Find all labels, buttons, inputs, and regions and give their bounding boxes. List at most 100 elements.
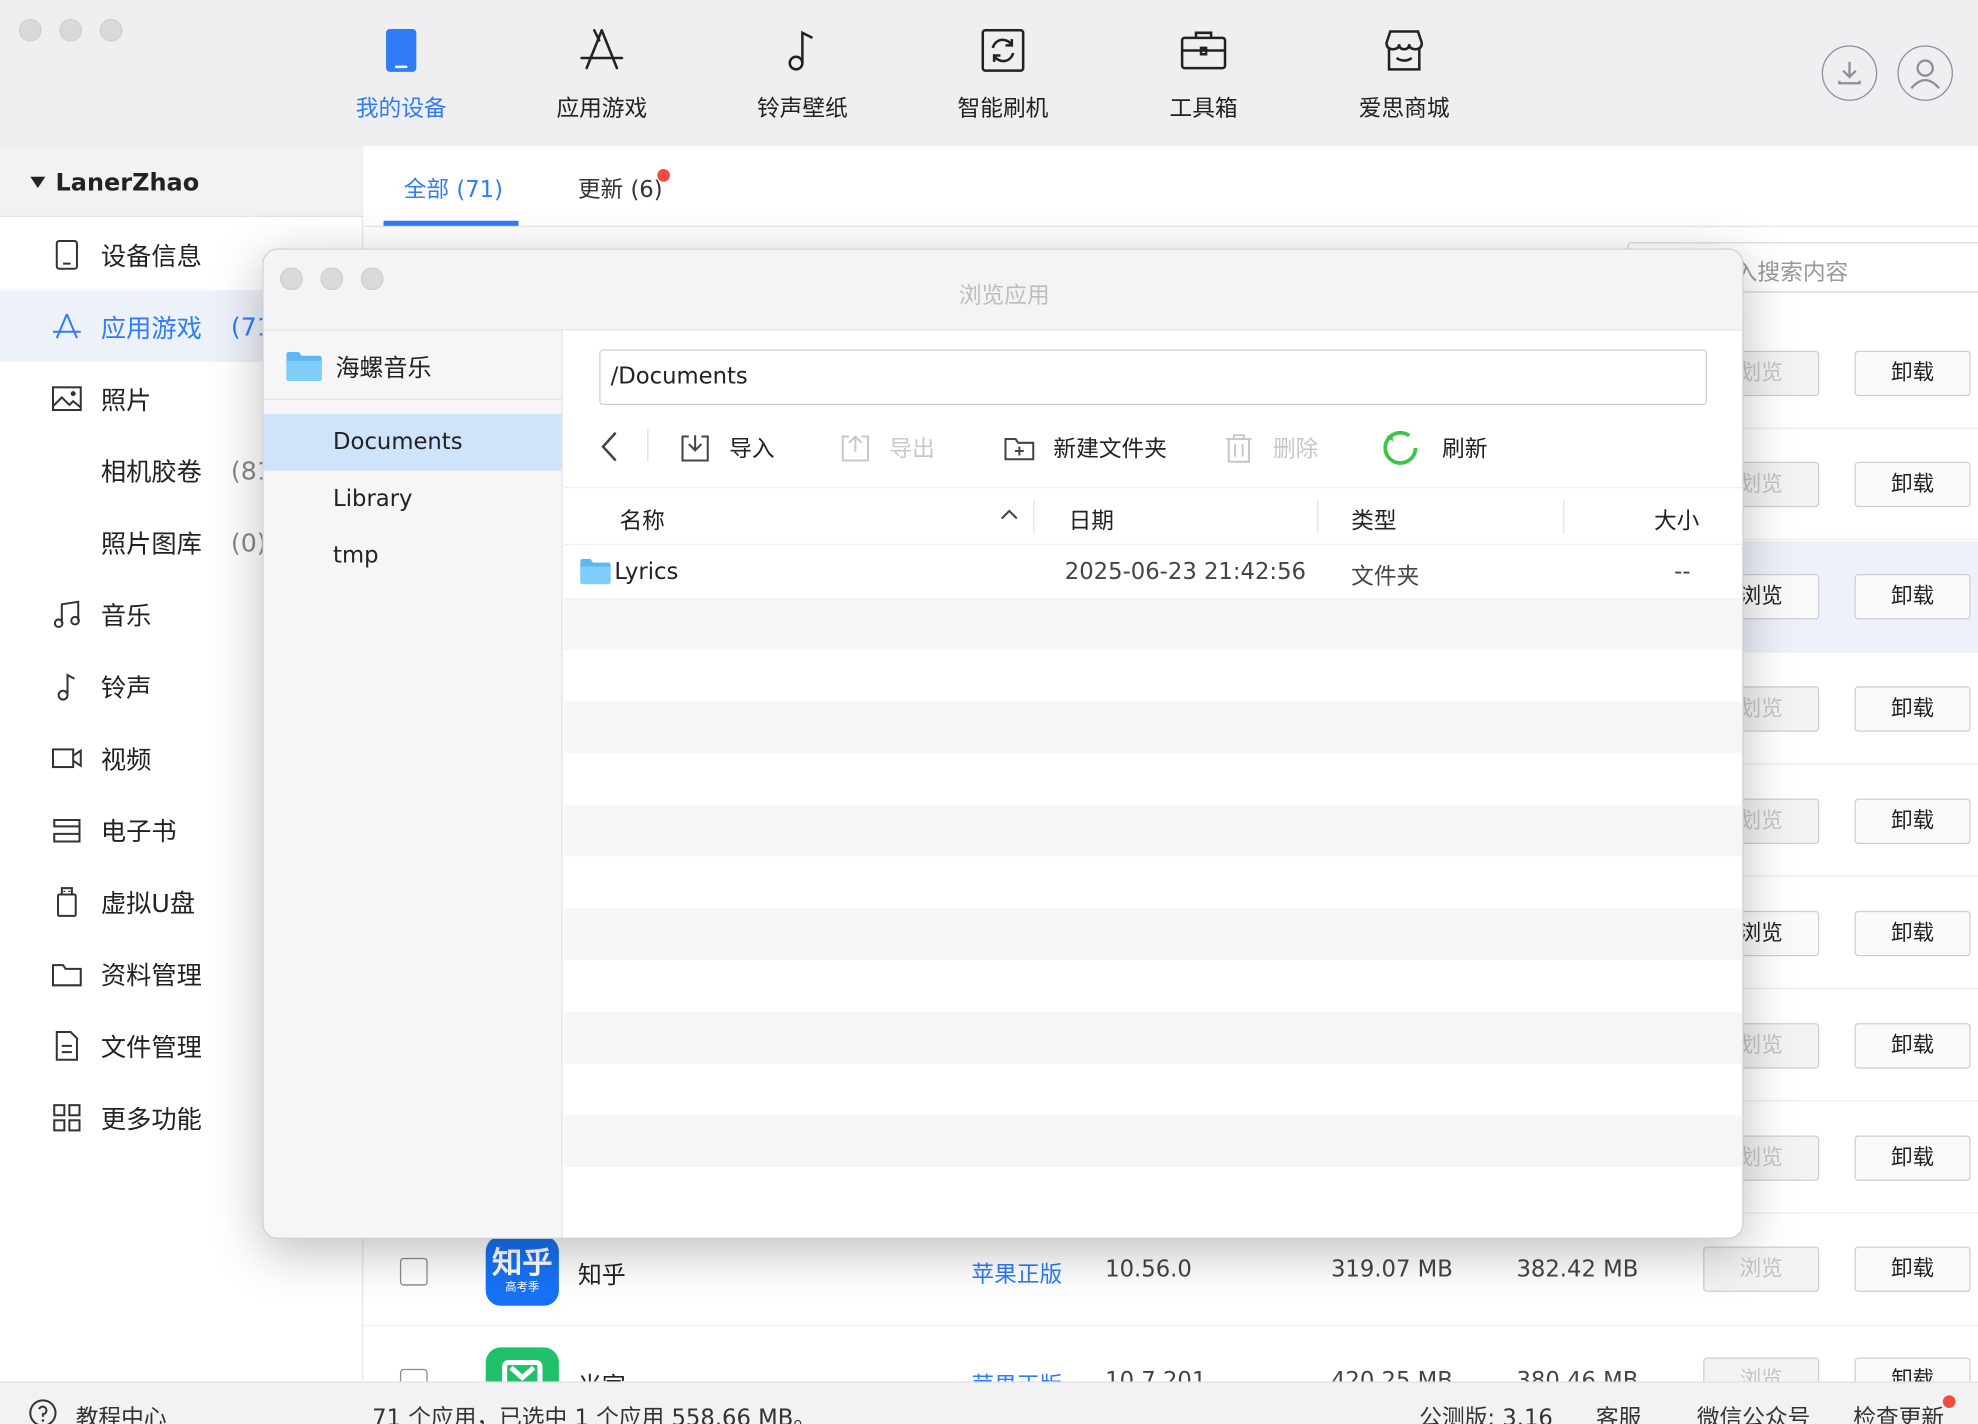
export-label: 导出 xyxy=(889,436,935,464)
col-type[interactable]: 类型 xyxy=(1351,503,1396,536)
minimize-window-button[interactable] xyxy=(59,18,83,42)
uninstall-button[interactable]: 卸载 xyxy=(1854,798,1971,845)
tab-all[interactable]: 全部 (71) xyxy=(404,172,503,205)
col-date[interactable]: 日期 xyxy=(1069,503,1114,536)
update-badge xyxy=(1942,1395,1956,1408)
uninstall-button[interactable]: 卸载 xyxy=(1854,574,1971,620)
download-manager-button[interactable] xyxy=(1821,45,1878,101)
app-version: 10.56.0 xyxy=(1105,1256,1192,1284)
usb-icon xyxy=(57,886,77,917)
uninstall-button[interactable]: 卸载 xyxy=(1854,686,1971,732)
app-size: 319.07 MB xyxy=(1330,1256,1453,1284)
uninstall-button[interactable]: 卸载 xyxy=(1854,1357,1971,1382)
folder-documents[interactable]: Documents xyxy=(263,413,562,471)
app-store-icon xyxy=(52,313,81,338)
help-icon[interactable] xyxy=(28,1398,58,1424)
export-button[interactable]: 导出 xyxy=(839,426,935,469)
path-input[interactable]: /Documents xyxy=(599,349,1707,405)
device-info-icon xyxy=(55,239,78,270)
col-name[interactable]: 名称 xyxy=(619,503,664,536)
sidebar-item-label: 电子书 xyxy=(100,816,177,847)
refresh-icon xyxy=(1383,430,1418,465)
grid-icon xyxy=(53,1103,81,1131)
app-root-item[interactable]: 海螺音乐 xyxy=(263,331,562,400)
sidebar-item-label: 铃声 xyxy=(100,672,152,703)
nav-smart-flash[interactable]: 智能刷机 xyxy=(934,23,1073,137)
device-header[interactable]: LanerZhao xyxy=(0,146,364,217)
nav-apps-games[interactable]: 应用游戏 xyxy=(532,23,671,137)
sidebar-item-label: 虚拟U盘 xyxy=(100,888,196,919)
sidebar-item-count: (0) xyxy=(230,526,267,557)
col-size[interactable]: 大小 xyxy=(1654,503,1699,536)
app-source: 苹果正版 xyxy=(971,1261,1063,1289)
check-update-link[interactable]: 检查更新 xyxy=(1853,1400,1944,1424)
dialog-titlebar: 浏览应用 xyxy=(263,249,1743,331)
toolbox-icon xyxy=(1180,31,1227,70)
zoom-window-button[interactable] xyxy=(99,18,123,42)
help-center-link[interactable]: 教程中心 xyxy=(76,1400,167,1424)
top-bar: 我的设备 应用游戏 铃声壁纸 智能刷机 工具箱 爱思商城 xyxy=(0,0,1978,147)
delete-button[interactable]: 删除 xyxy=(1222,426,1318,469)
import-button[interactable]: 导入 xyxy=(679,426,775,469)
app-version: 10.7.201 xyxy=(1105,1367,1207,1382)
toolbar-divider xyxy=(647,428,649,462)
file-name: Lyrics xyxy=(614,558,679,586)
refresh-button[interactable]: 刷新 xyxy=(1381,426,1487,469)
folder-tmp[interactable]: tmp xyxy=(264,527,562,584)
empty-row xyxy=(564,857,1742,909)
sidebar-item-label: 文件管理 xyxy=(100,1031,202,1063)
new-folder-button[interactable]: 新建文件夹 xyxy=(1003,426,1167,469)
support-link[interactable]: 客服 xyxy=(1596,1400,1641,1424)
empty-row xyxy=(564,1167,1742,1219)
close-window-button[interactable] xyxy=(18,18,42,42)
nav-label: 工具箱 xyxy=(1169,95,1238,123)
video-icon xyxy=(51,747,82,768)
nav-store[interactable]: 爱思商城 xyxy=(1335,23,1474,137)
tab-update[interactable]: 更新 (6) xyxy=(578,172,663,205)
search-placeholder: 入搜索内容 xyxy=(1734,259,1849,287)
collapse-triangle-icon[interactable] xyxy=(30,176,46,190)
sidebar-item-label: 相机胶卷 xyxy=(100,456,202,487)
nav-label: 应用游戏 xyxy=(556,95,648,123)
app-icon-text: 知乎 xyxy=(492,1245,553,1281)
sort-ascending-icon[interactable] xyxy=(1000,508,1018,521)
uninstall-button[interactable]: 卸载 xyxy=(1854,1023,1971,1069)
browse-button[interactable]: 浏览 xyxy=(1703,1246,1820,1292)
uninstall-button[interactable]: 卸载 xyxy=(1854,910,1971,957)
empty-row xyxy=(564,1064,1742,1116)
app-icon-mijia xyxy=(485,1347,559,1382)
empty-row xyxy=(563,701,1743,754)
nav-label: 我的设备 xyxy=(355,95,447,123)
folder-icon xyxy=(580,558,611,585)
file-row[interactable]: Lyrics 2025-06-23 21:42:56 文件夹 -- xyxy=(564,546,1742,598)
uninstall-button[interactable]: 卸载 xyxy=(1854,1246,1971,1292)
delete-label: 删除 xyxy=(1272,436,1319,464)
row-checkbox[interactable] xyxy=(399,1257,428,1286)
app-icon-zhihu: 知乎 高考季 xyxy=(485,1236,559,1306)
back-arrow-icon[interactable] xyxy=(599,429,619,464)
browse-button[interactable]: 浏览 xyxy=(1703,1357,1820,1382)
nav-label: 智能刷机 xyxy=(957,95,1049,123)
status-bar: 教程中心 71 个应用，已选中 1 个应用 558.66 MB。 公测版: 3.… xyxy=(0,1381,1978,1424)
trash-icon xyxy=(1226,434,1252,463)
uninstall-button[interactable]: 卸载 xyxy=(1854,350,1971,397)
dialog-title: 浏览应用 xyxy=(958,282,1050,310)
uninstall-button[interactable]: 卸载 xyxy=(1854,1135,1971,1181)
file-date: 2025-06-23 21:42:56 xyxy=(1064,558,1306,586)
empty-row xyxy=(563,1115,1743,1167)
uninstall-button[interactable]: 卸载 xyxy=(1854,461,1971,508)
app-size: 420.25 MB xyxy=(1330,1367,1453,1382)
nav-my-device[interactable]: 我的设备 xyxy=(332,23,471,137)
folder-library[interactable]: Library xyxy=(264,471,562,528)
nav-toolbox[interactable]: 工具箱 xyxy=(1134,23,1273,137)
nav-ringtones-wallpapers[interactable]: 铃声壁纸 xyxy=(733,23,872,137)
wechat-link[interactable]: 微信公众号 xyxy=(1697,1400,1811,1424)
app-name: 米家 xyxy=(578,1368,626,1382)
col-divider xyxy=(1317,500,1319,534)
user-account-button[interactable] xyxy=(1897,45,1953,101)
sidebar-item-label: 音乐 xyxy=(100,600,152,631)
table-row-mijia[interactable]: 米家 苹果正版 10.7.201 420.25 MB 380.46 MB 浏览 … xyxy=(364,1327,1978,1382)
download-icon xyxy=(1838,61,1861,85)
row-checkbox[interactable] xyxy=(399,1368,428,1382)
new-folder-icon xyxy=(1004,438,1035,461)
